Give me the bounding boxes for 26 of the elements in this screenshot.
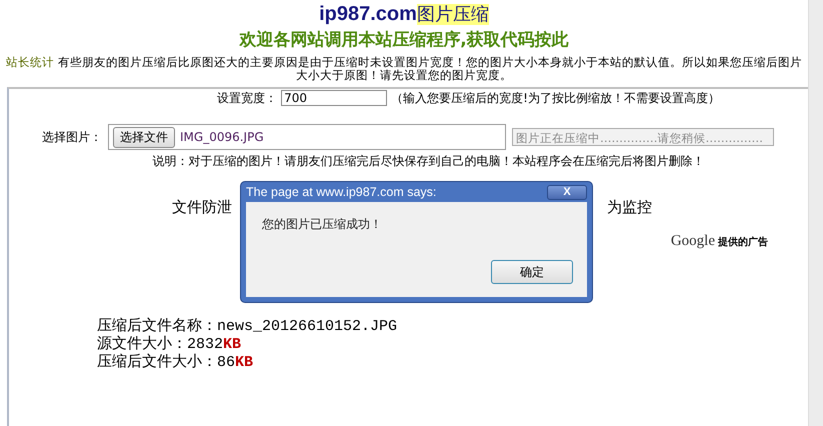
result-line: 压缩后文件名称：news_20126610152.JPG bbox=[97, 318, 398, 336]
result-line: 压缩后文件大小：86KB bbox=[97, 354, 254, 372]
dialog-message: 您的图片已压缩成功！ bbox=[262, 216, 383, 233]
google-logo: Google bbox=[670, 233, 715, 250]
page-title: 图片压缩 bbox=[416, 4, 489, 25]
ad-attribution: 提供的广告 bbox=[718, 235, 768, 249]
status-field: 图片正在压缩中……………请您稍候…………… bbox=[512, 128, 774, 146]
scrollbar[interactable] bbox=[808, 0, 823, 426]
choose-file-button[interactable]: 选择文件 bbox=[113, 126, 175, 148]
stats-link[interactable]: 站长统计 bbox=[6, 55, 54, 69]
file-name: IMG_0096.JPG bbox=[180, 130, 264, 144]
file-label: 选择图片： bbox=[42, 128, 102, 146]
subtitle-link[interactable]: 欢迎各网站调用本站压缩程序,获取代码按此 bbox=[239, 30, 569, 50]
note-text: 说明：对于压缩的图片！请朋友们压缩完后尽快保存到自己的电脑！本站程序会在压缩完后将图片删除！ bbox=[152, 153, 706, 170]
file-input[interactable]: 选择文件 IMG_0096.JPG bbox=[108, 124, 506, 150]
ok-button[interactable]: 确定 bbox=[491, 260, 573, 284]
width-input[interactable]: 700 bbox=[281, 90, 388, 106]
ad-text[interactable]: 为监控 bbox=[607, 198, 652, 217]
site-name: ip987.com bbox=[319, 3, 417, 25]
width-label: 设置宽度： bbox=[217, 90, 278, 106]
close-button[interactable]: X bbox=[547, 184, 587, 200]
dialog-title: The page at www.ip987.com says: bbox=[246, 185, 436, 199]
width-hint: （输入您要压缩后的宽度!为了按比例缩放！不需要设置高度） bbox=[391, 90, 720, 106]
result-line: 源文件大小：2832KB bbox=[97, 336, 242, 354]
notice-text: 站长统计 有些朋友的图片压缩后比原图还大的主要原因是由于压缩时未设置图片宽度！您的图片大小本身就小于本站的默认值。所以如果您压缩后图片大小大于原图！请先设置您的图片宽度。 bbox=[5, 56, 803, 84]
ad-text[interactable]: 文件防泄 bbox=[172, 198, 232, 217]
